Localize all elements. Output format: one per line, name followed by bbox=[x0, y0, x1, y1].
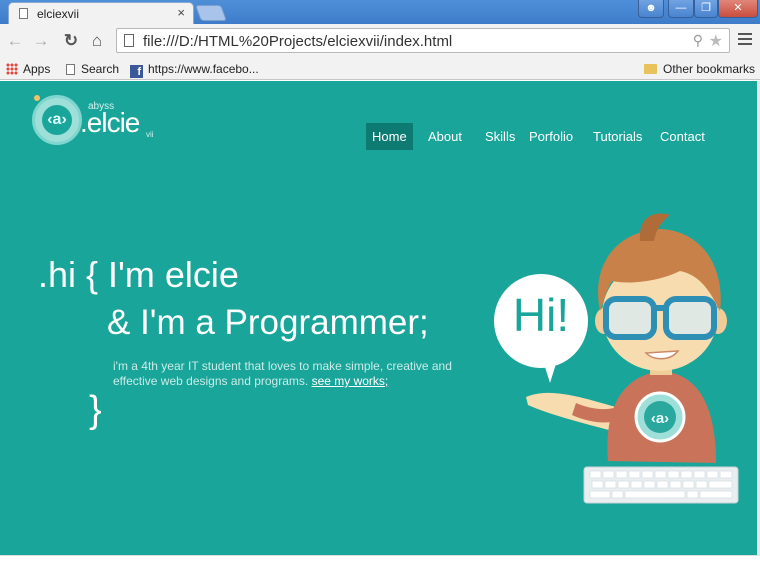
nav-contact[interactable]: Contact bbox=[660, 123, 705, 150]
bookmark-facebook[interactable]: f https://www.facebo... bbox=[130, 60, 259, 78]
close-window-button[interactable]: ✕ bbox=[718, 0, 758, 18]
bookmark-label: https://www.facebo... bbox=[148, 62, 259, 76]
logo-name: .elcie bbox=[80, 107, 140, 138]
site-logo[interactable]: ‹a› abyss .elcie vii bbox=[32, 95, 172, 151]
nav-portfolio[interactable]: Porfolio bbox=[529, 123, 573, 150]
other-bookmarks[interactable]: Other bookmarks bbox=[644, 60, 755, 78]
apps-grid-icon bbox=[6, 63, 18, 75]
bookmark-star-icon[interactable]: ★ bbox=[709, 31, 723, 51]
glasses-left bbox=[603, 296, 657, 340]
glasses-right bbox=[663, 296, 717, 340]
hero-title: & I'm a Programmer; bbox=[107, 303, 429, 342]
tab-title: elciexvii bbox=[37, 7, 80, 21]
logo-suffix: vii bbox=[146, 130, 154, 139]
user-icon[interactable]: ☻ bbox=[638, 0, 664, 18]
speech-bubble-text: Hi! bbox=[512, 289, 570, 341]
logo-dot bbox=[34, 95, 40, 101]
menu-icon[interactable] bbox=[738, 33, 752, 48]
reload-icon[interactable]: ↻ bbox=[60, 30, 82, 52]
page-icon bbox=[66, 64, 75, 75]
search-icon[interactable]: ⚲ bbox=[693, 32, 703, 49]
folder-icon bbox=[644, 64, 657, 74]
home-icon[interactable]: ⌂ bbox=[86, 30, 108, 52]
browser-toolbar: ← → ↻ ⌂ file:///D:/HTML%20Projects/elcie… bbox=[0, 24, 760, 58]
bookmark-apps[interactable]: Apps bbox=[6, 60, 50, 78]
page-icon bbox=[19, 8, 28, 19]
minimize-button[interactable]: — bbox=[668, 0, 694, 18]
bookmark-label: Other bookmarks bbox=[663, 62, 756, 76]
bookmark-label: Search bbox=[81, 62, 120, 76]
bookmark-search[interactable]: Search bbox=[66, 60, 119, 78]
nav-about[interactable]: About bbox=[428, 123, 462, 150]
title-bar: elciexvii × ☻ — ❐ ✕ bbox=[0, 0, 760, 24]
logo-mark-icon: ‹a› bbox=[32, 95, 82, 145]
logo-glyph: ‹a› bbox=[42, 105, 72, 135]
nav-home[interactable]: Home bbox=[366, 123, 413, 150]
facebook-icon: f bbox=[130, 65, 143, 78]
url-text[interactable]: file:///D:/HTML%20Projects/elciexvii/ind… bbox=[143, 33, 452, 50]
page-icon bbox=[124, 34, 134, 47]
browser-tab[interactable]: elciexvii × bbox=[8, 2, 194, 24]
web-page: ‹a› abyss .elcie vii Home About Skills P… bbox=[0, 81, 757, 555]
status-strip bbox=[0, 555, 760, 570]
tab-close-icon[interactable]: × bbox=[177, 5, 185, 20]
bookmark-label: Apps bbox=[23, 62, 51, 76]
speech-bubble-tail bbox=[540, 351, 560, 383]
nav-tutorials[interactable]: Tutorials bbox=[593, 123, 642, 150]
hero-closing-brace: } bbox=[89, 389, 102, 431]
nav-skills[interactable]: Skills bbox=[485, 123, 515, 150]
back-arrow-icon[interactable]: ← bbox=[4, 30, 26, 52]
hero-greeting: .hi { I'm elcie bbox=[38, 254, 239, 295]
address-bar[interactable]: file:///D:/HTML%20Projects/elciexvii/ind… bbox=[116, 28, 730, 53]
forward-arrow-icon[interactable]: → bbox=[30, 30, 52, 52]
bookmarks-bar: Apps Search f https://www.facebo... Other… bbox=[0, 58, 760, 80]
restore-button[interactable]: ❐ bbox=[694, 0, 718, 18]
hero-description: i'm a 4th year IT student that loves to … bbox=[113, 359, 483, 389]
svg-text:‹a›: ‹a› bbox=[651, 410, 669, 427]
see-my-works-link[interactable]: see my works; bbox=[312, 374, 389, 388]
hero-description-text: i'm a 4th year IT student that loves to … bbox=[113, 359, 452, 388]
new-tab-button[interactable] bbox=[195, 5, 227, 21]
